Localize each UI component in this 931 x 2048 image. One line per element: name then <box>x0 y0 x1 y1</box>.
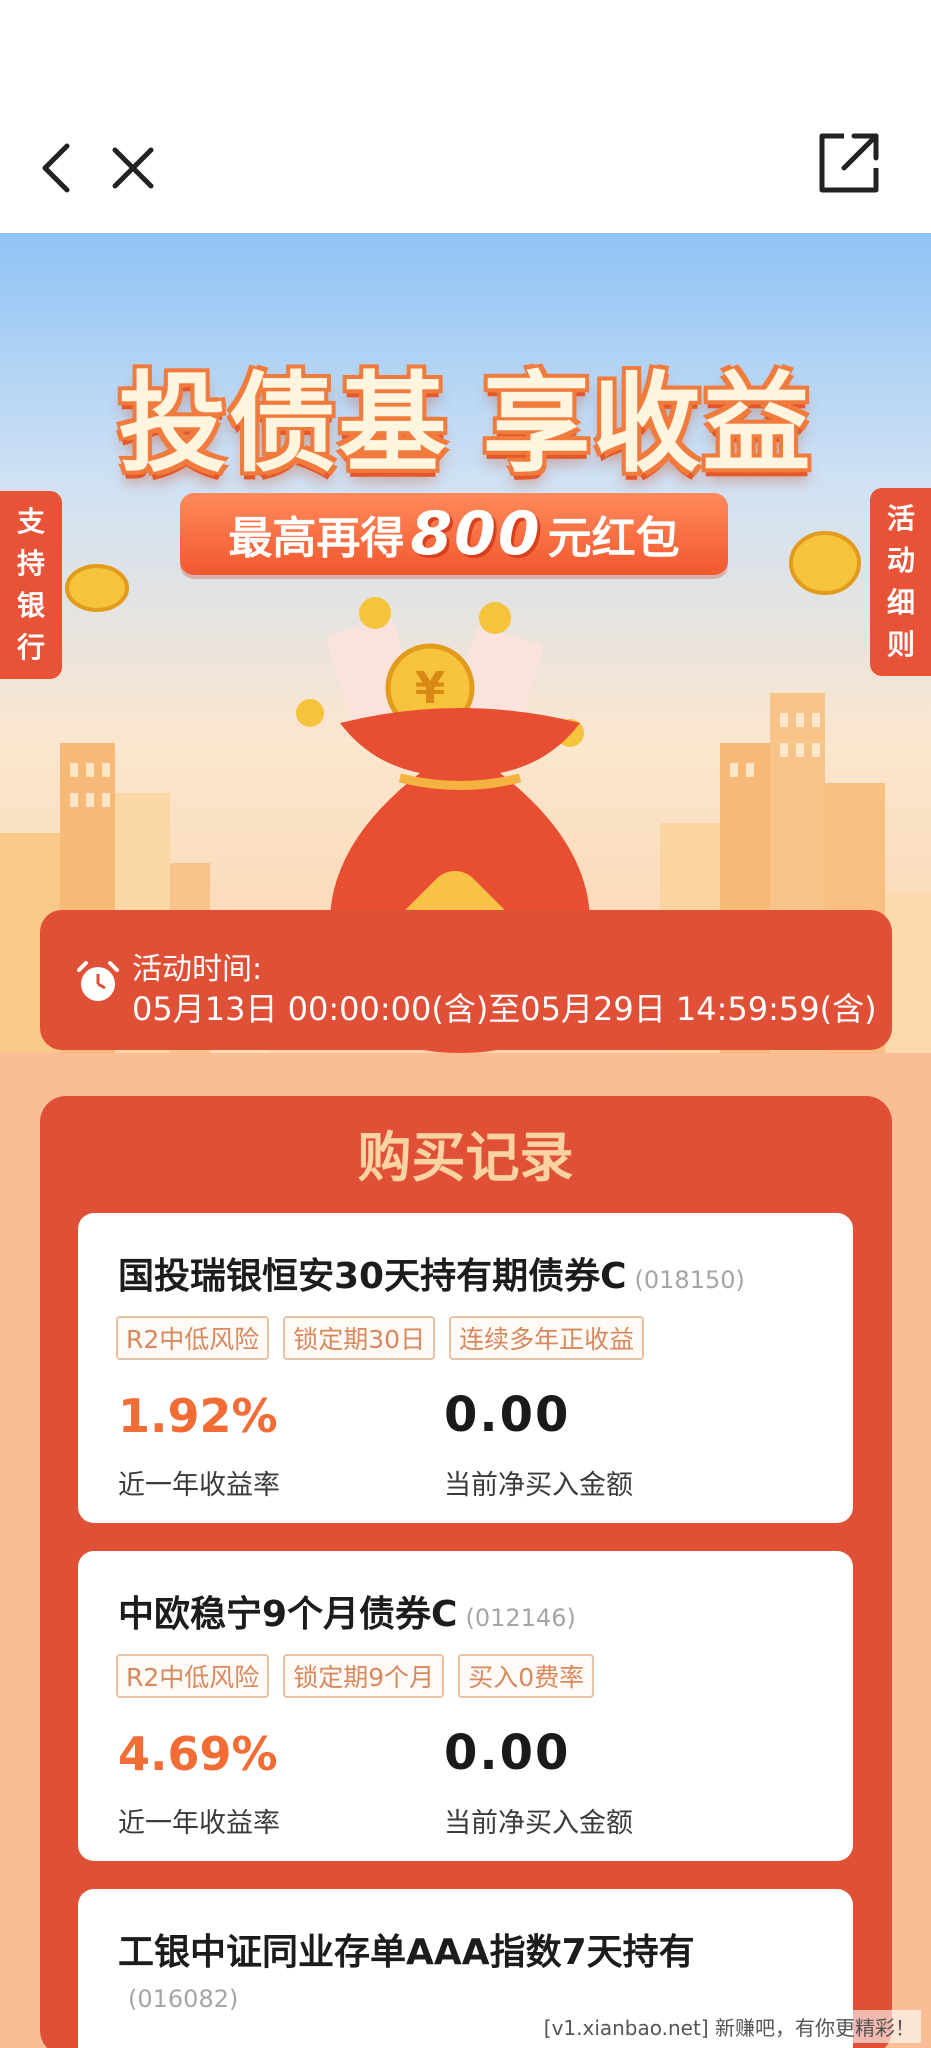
activity-time-box: 活动时间: 05月13日 00:00:00(含)至05月29日 14:59:59… <box>40 910 892 1050</box>
side-right-char: 动 <box>886 544 915 577</box>
close-icon <box>112 147 154 189</box>
support-banks-tab[interactable]: 支 持 银 行 <box>0 491 62 679</box>
hero-banner: 投债基享收益 最高再得 800 元红包 支 持 银 行 活 动 细 则 ¥ ¥ <box>0 233 931 1053</box>
hero-title-left: 投债基 <box>118 362 449 487</box>
fund-tags: R2中低风险 锁定期9个月 买入0费率 <box>116 1654 595 1698</box>
fund-tags: R2中低风险 锁定期30日 连续多年正收益 <box>116 1316 645 1360</box>
close-button[interactable] <box>98 133 168 203</box>
yearly-return-label: 近一年收益率 <box>118 1470 280 1501</box>
fund-name: 中欧稳宁9个月债券C (012146) <box>118 1585 576 1637</box>
yearly-return-rate: 1.92% <box>118 1389 278 1443</box>
lock-period-tag: 锁定期30日 <box>283 1316 436 1360</box>
activity-rules-tab[interactable]: 活 动 细 则 <box>870 488 931 676</box>
alarm-clock-icon <box>77 961 119 1001</box>
subtitle-prefix: 最高再得 <box>228 513 405 564</box>
watermark: [v1.xianbao.net] 新赚吧，有你更精彩！ <box>537 2010 921 2043</box>
net-buy-amount-label: 当前净买入金额 <box>444 1808 633 1839</box>
svg-text:¥: ¥ <box>415 663 446 714</box>
feature-tag: 买入0费率 <box>458 1654 595 1698</box>
top-nav-bar <box>0 0 931 233</box>
fund-card[interactable]: 中欧稳宁9个月债券C (012146) R2中低风险 锁定期9个月 买入0费率 4… <box>78 1551 853 1861</box>
lock-period-tag: 锁定期9个月 <box>283 1654 445 1698</box>
back-button[interactable] <box>22 133 92 203</box>
fund-code: (012146) <box>465 1604 576 1632</box>
subtitle-amount: 800 <box>410 499 542 569</box>
activity-time-range: 05月13日 00:00:00(含)至05月29日 14:59:59(含) <box>132 990 877 1028</box>
side-left-char: 银 <box>16 589 45 622</box>
share-external-icon <box>819 133 879 193</box>
side-right-char: 活 <box>886 502 915 535</box>
net-buy-amount-label: 当前净买入金额 <box>444 1470 633 1501</box>
fund-code: (018150) <box>634 1266 745 1294</box>
net-buy-amount: 0.00 <box>444 1387 571 1443</box>
fund-name-text: 国投瑞银恒安30天持有期债券C <box>118 1256 627 1297</box>
purchase-records-title: 购买记录 <box>357 1126 574 1189</box>
side-right-char: 细 <box>886 586 915 619</box>
gold-coin-icon <box>789 531 861 595</box>
fund-name-text: 中欧稳宁9个月债券C <box>118 1594 458 1635</box>
fund-code: (016082) <box>128 1985 239 2013</box>
gold-coin-icon <box>65 564 129 612</box>
yearly-return-label: 近一年收益率 <box>118 1808 280 1839</box>
side-left-char: 行 <box>16 631 45 664</box>
fund-name: 工银中证同业存单AAA指数7天持有 <box>118 1932 695 1973</box>
chevron-left-icon <box>42 143 70 193</box>
risk-tag: R2中低风险 <box>116 1654 270 1698</box>
fund-name: 国投瑞银恒安30天持有期债券C (018150) <box>118 1247 745 1299</box>
share-button[interactable] <box>814 128 884 198</box>
risk-tag: R2中低风险 <box>116 1316 270 1360</box>
hero-title-right: 享收益 <box>482 362 813 487</box>
hero-title: 投债基 享收益 <box>0 337 931 493</box>
side-left-char: 支 <box>16 505 45 538</box>
activity-time-label: 活动时间: <box>132 952 263 987</box>
yearly-return-rate: 4.69% <box>118 1727 278 1781</box>
net-buy-amount: 0.00 <box>444 1725 571 1781</box>
hero-subtitle: 最高再得 800 元红包 <box>180 493 728 575</box>
feature-tag: 连续多年正收益 <box>449 1316 645 1360</box>
fund-card[interactable]: 国投瑞银恒安30天持有期债券C (018150) R2中低风险 锁定期30日 连续… <box>78 1213 853 1523</box>
side-left-char: 持 <box>16 547 45 580</box>
subtitle-suffix: 元红包 <box>547 513 680 564</box>
side-right-char: 则 <box>886 628 915 661</box>
